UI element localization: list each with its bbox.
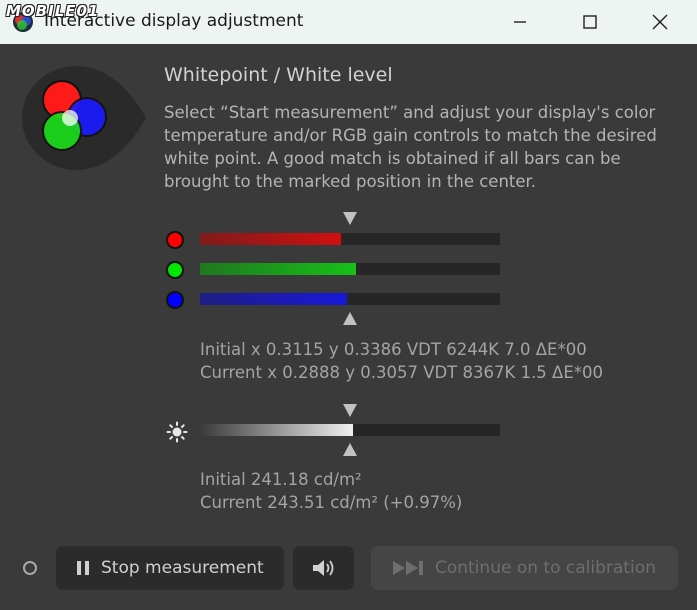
- luminance-target-marker-bottom: [343, 443, 357, 456]
- blue-bar-track: [200, 293, 500, 305]
- red-bar-fill: [200, 233, 341, 245]
- rgb-logo-icon: [22, 66, 146, 170]
- blue-channel-dot: [166, 291, 184, 309]
- luminance-target-marker-top: [343, 404, 357, 417]
- green-bar-track: [200, 263, 500, 275]
- section-heading: Whitepoint / White level: [164, 64, 393, 86]
- target-marker-bottom: [343, 312, 357, 325]
- close-icon: [652, 14, 668, 30]
- stop-measurement-label: Stop measurement: [101, 558, 264, 578]
- luminance-current: Current 243.51 cd/m² (+0.97%): [200, 493, 463, 512]
- stop-measurement-button[interactable]: Stop measurement: [56, 546, 284, 590]
- target-marker-top: [343, 212, 357, 225]
- close-button[interactable]: [625, 0, 695, 44]
- red-channel-dot: [166, 231, 184, 249]
- instructions-text: Select “Start measurement” and adjust yo…: [164, 103, 657, 191]
- status-indicator-icon: [23, 561, 37, 575]
- brightness-icon: [166, 421, 188, 443]
- sound-toggle-button[interactable]: [293, 546, 354, 590]
- red-bar-track: [200, 233, 500, 245]
- maximize-button[interactable]: [555, 0, 625, 44]
- pause-icon: [77, 561, 89, 575]
- blue-bar-fill: [200, 293, 347, 305]
- maximize-icon: [583, 15, 597, 29]
- whitepoint-initial: Initial x 0.3115 y 0.3386 VDT 6244K 7.0 …: [200, 340, 587, 359]
- continue-label: Continue on to calibration: [435, 558, 656, 578]
- green-bar-fill: [200, 263, 356, 275]
- luminance-initial: Initial 241.18 cd/m²: [200, 470, 362, 489]
- speaker-icon: [312, 560, 333, 576]
- skip-forward-icon: [393, 561, 423, 575]
- minimize-icon: [514, 21, 526, 23]
- minimize-button[interactable]: [485, 0, 555, 44]
- display-adjustment-window: Interactive display adjustment MOBILE01 …: [0, 0, 697, 610]
- whitepoint-current: Current x 0.2888 y 0.3057 VDT 8367K 1.5 …: [200, 363, 604, 382]
- luminance-bar-fill: [200, 424, 353, 436]
- continue-to-calibration-button[interactable]: Continue on to calibration: [371, 546, 678, 590]
- title-bar: Interactive display adjustment MOBILE01: [0, 0, 697, 44]
- green-channel-dot: [166, 261, 184, 279]
- luminance-bar-track: [200, 424, 500, 436]
- watermark: MOBILE01: [6, 2, 100, 20]
